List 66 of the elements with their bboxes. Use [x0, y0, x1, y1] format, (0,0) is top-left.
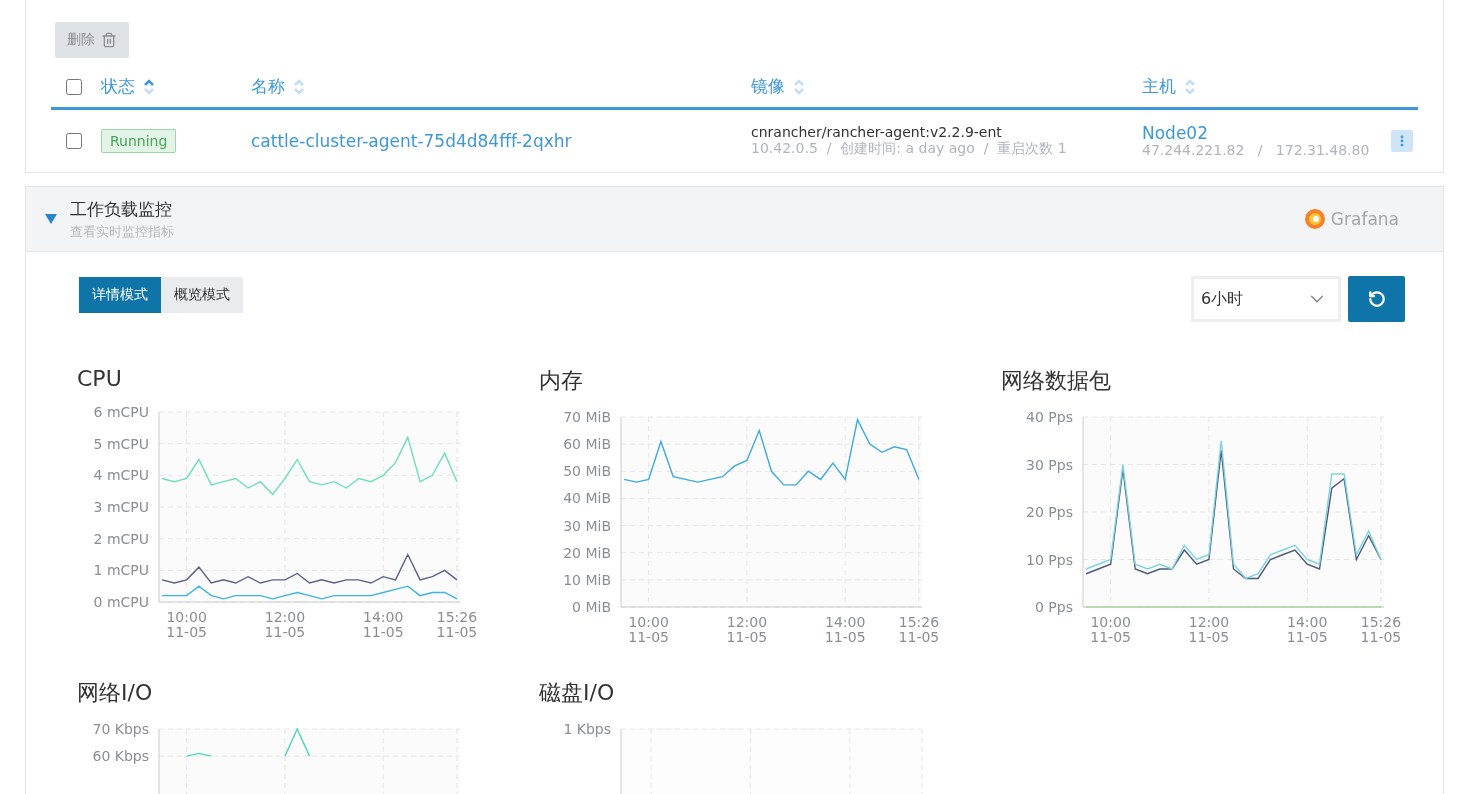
pod-details: 10.42.0.5 / 创建时间: a day ago / 重启次数 1 — [751, 140, 1068, 158]
x-tick-label: 15:26 11-05 — [898, 614, 940, 645]
y-tick-label: 30 Pps — [1026, 456, 1073, 473]
panel-header[interactable]: 工作负载监控 查看实时监控指标 Grafana — [26, 187, 1443, 252]
chart-title: 网络I/O — [77, 679, 154, 707]
chart-title: 内存 — [539, 367, 584, 395]
refresh-icon — [1367, 290, 1386, 308]
column-header[interactable]: 主机 — [1142, 75, 1176, 98]
chart-title: 磁盘I/O — [539, 679, 616, 707]
y-tick-label: 10 Pps — [1026, 551, 1073, 568]
panel-title: 工作负载监控 — [70, 197, 173, 221]
y-tick-label: 0 mCPU — [93, 594, 149, 610]
chart-title: CPU — [77, 366, 123, 391]
x-tick-label: 10:00 11-05 — [166, 609, 207, 640]
y-tick-label: 1 mCPU — [93, 562, 149, 579]
y-tick-label: 60 MiB — [563, 436, 611, 453]
column-header[interactable]: 状态 — [101, 75, 135, 98]
y-tick-label: 10 MiB — [563, 571, 611, 588]
x-tick-label: 14:00 11-05 — [1286, 614, 1328, 645]
y-tick-label: 20 Pps — [1026, 504, 1073, 520]
trash-icon — [101, 32, 117, 48]
y-tick-label: 50 MiB — [563, 463, 611, 480]
host-link[interactable]: Node02 — [1142, 123, 1370, 143]
y-tick-label: 70 MiB — [563, 409, 611, 425]
pod-name-link[interactable]: cattle-cluster-agent-75d4d84fff-2qxhr — [251, 131, 751, 151]
y-tick-label: 70 Kbps — [92, 721, 149, 737]
host-ips: 47.244.221.82 / 172.31.48.80 — [1142, 142, 1370, 159]
y-tick-label: 40 MiB — [563, 490, 611, 507]
x-tick-label: 12:00 11-05 — [264, 609, 306, 640]
y-tick-label: 5 mCPU — [93, 435, 149, 452]
y-tick-label: 4 mCPU — [93, 467, 149, 484]
refresh-button[interactable] — [1348, 276, 1405, 322]
column-header[interactable]: 镜像 — [751, 75, 785, 98]
x-tick-label: 10:00 11-05 — [628, 614, 669, 645]
y-tick-label: 60 Kbps — [92, 748, 149, 765]
image-name: cnrancher/rancher-agent:v2.2.9-ent — [751, 124, 1003, 140]
y-tick-label: 0 Pps — [1035, 599, 1073, 615]
y-tick-label: 2 mCPU — [93, 530, 149, 547]
x-tick-label: 15:26 11-05 — [436, 609, 478, 640]
panel-subtitle: 查看实时监控指标 — [70, 222, 175, 241]
mode-tab[interactable]: 概览模式 — [161, 277, 243, 313]
y-tick-label: 6 mCPU — [93, 404, 149, 420]
y-tick-label: 1 Kbps — [563, 721, 611, 737]
provider-name: Grafana — [1330, 209, 1399, 229]
x-tick-label: 14:00 11-05 — [362, 609, 404, 640]
x-tick-label: 12:00 11-05 — [1188, 614, 1230, 645]
y-tick-label: 30 MiB — [563, 517, 611, 534]
x-tick-label: 12:00 11-05 — [726, 614, 768, 645]
chart-title: 网络数据包 — [1001, 367, 1112, 395]
x-tick-label: 14:00 11-05 — [824, 614, 866, 645]
y-tick-label: 3 mCPU — [93, 499, 149, 515]
y-tick-label: 20 MiB — [563, 544, 611, 561]
status-badge: Running — [101, 129, 177, 153]
mode-tab[interactable]: 详情模式 — [79, 277, 161, 313]
collapse-triangle-icon[interactable] — [44, 213, 58, 225]
more-actions-button[interactable] — [1391, 130, 1414, 152]
y-tick-label: 40 Pps — [1026, 409, 1073, 425]
x-tick-label: 15:26 11-05 — [1360, 614, 1402, 645]
y-tick-label: 0 MiB — [572, 599, 611, 615]
delete-button[interactable]: 删除 — [55, 22, 129, 58]
time-range-select[interactable]: 6小时 — [1191, 276, 1341, 322]
column-header[interactable]: 名称 — [251, 75, 285, 98]
row-checkbox[interactable] — [66, 133, 82, 149]
x-tick-label: 10:00 11-05 — [1090, 614, 1131, 645]
select-all-checkbox[interactable] — [66, 78, 82, 95]
swirl-logo-icon — [1302, 207, 1327, 231]
